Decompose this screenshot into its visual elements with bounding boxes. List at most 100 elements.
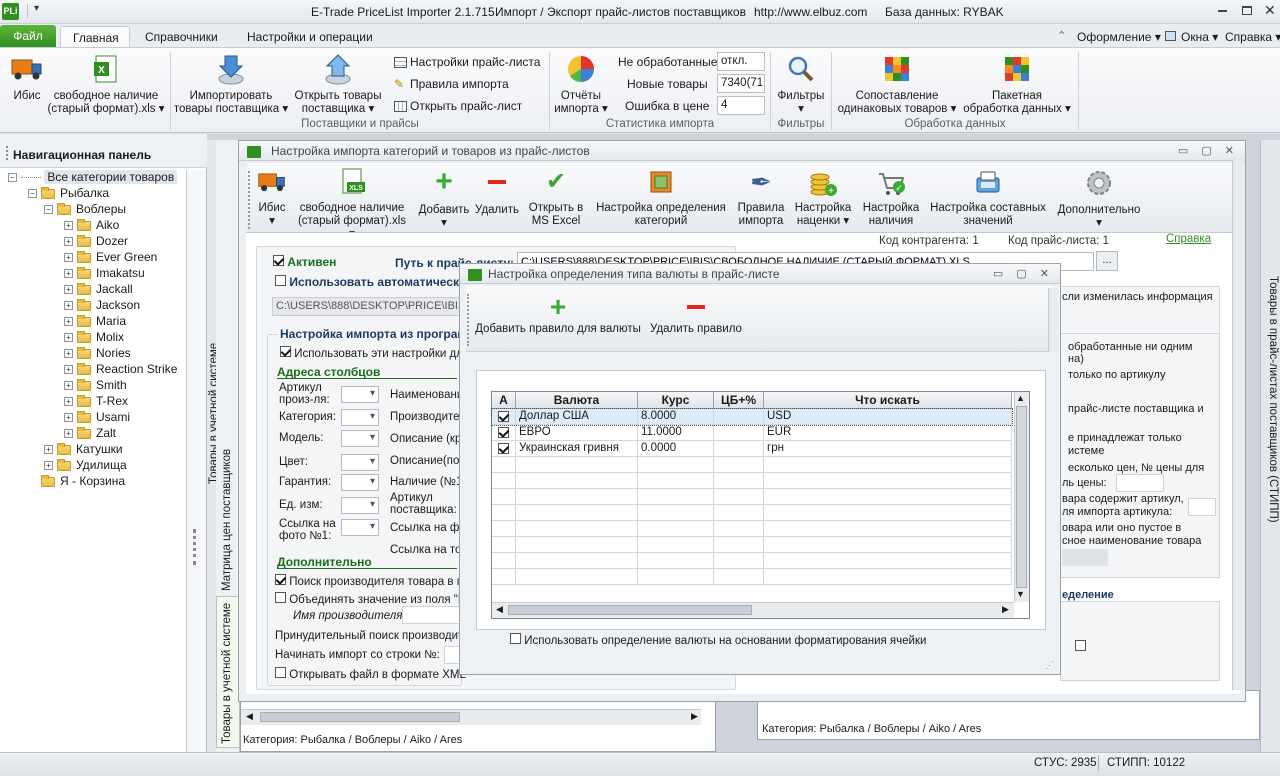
- tree-item[interactable]: + Nories: [64, 346, 131, 362]
- column-combo[interactable]: [341, 497, 379, 514]
- use-auto-checkbox[interactable]: Использовать автоматическ: [275, 275, 459, 289]
- grid-cell[interactable]: EUR: [764, 425, 1012, 441]
- tree-item[interactable]: + Maria: [64, 314, 126, 330]
- tree-item[interactable]: + T-Rex: [64, 394, 128, 410]
- hscroll-thumb[interactable]: [508, 605, 752, 615]
- tree-item[interactable]: + Usami: [64, 410, 130, 426]
- resize-grip[interactable]: ⋰: [1045, 660, 1054, 671]
- tab-references[interactable]: Справочники: [133, 26, 230, 48]
- grid-cell[interactable]: 8.0000: [638, 409, 714, 425]
- vscroll-thumb[interactable]: [1016, 406, 1027, 588]
- help-link[interactable]: Справка: [1166, 233, 1211, 245]
- iw-free-stock-button[interactable]: XLS свободное наличие (старый формат).xl…: [295, 168, 409, 241]
- quick-access-icon[interactable]: [27, 4, 28, 18]
- column-combo[interactable]: [341, 474, 379, 491]
- menu-help[interactable]: Справка ▾: [1225, 30, 1280, 44]
- import-supplier-goods-button[interactable]: Импортировать товары поставщика ▾: [172, 54, 290, 116]
- expand-icon[interactable]: +: [64, 317, 73, 327]
- tree-item[interactable]: + Jackall: [64, 282, 133, 298]
- browse-button[interactable]: ...: [1096, 251, 1118, 271]
- article-import-input[interactable]: [1188, 498, 1216, 516]
- checkbox-icon[interactable]: [1075, 640, 1086, 651]
- scroll-down-arrow[interactable]: ▼: [1016, 589, 1025, 599]
- iw-open-excel-button[interactable]: ✔ Открыть в MS Excel: [526, 168, 586, 228]
- grid-cell[interactable]: 11.0000: [638, 425, 714, 441]
- collapse-icon[interactable]: −: [28, 189, 37, 199]
- price-number-input[interactable]: [1116, 474, 1164, 492]
- grid-column-header[interactable]: Что искать: [764, 392, 1012, 409]
- minimize-icon[interactable]: [1218, 10, 1227, 12]
- tree-item[interactable]: + Zalt: [64, 426, 116, 442]
- ibis-button[interactable]: Ибис: [5, 54, 49, 103]
- quick-access-dropdown-icon[interactable]: ▾: [34, 3, 39, 14]
- grid-cell[interactable]: Украинская гривня: [516, 441, 638, 457]
- pricelist-settings-button[interactable]: Настройки прайс-листа: [394, 55, 540, 69]
- merge-field-checkbox[interactable]: Объединять значение из поля "И: [275, 592, 466, 606]
- use-cell-format-checkbox[interactable]: Использовать определение валюты на основ…: [510, 633, 926, 647]
- grid-cell[interactable]: [714, 425, 764, 441]
- iw-markup-button[interactable]: + Настройка наценки ▾: [792, 168, 854, 228]
- tab-main[interactable]: Главная: [60, 26, 130, 48]
- restore-icon[interactable]: [1242, 6, 1252, 15]
- tree-item[interactable]: + Molix: [64, 330, 124, 346]
- iw-ibis-button[interactable]: Ибис ▾: [253, 168, 291, 228]
- checkbox-icon[interactable]: [275, 592, 286, 603]
- column-combo[interactable]: [341, 454, 379, 471]
- iw-delete-button[interactable]: Удалить: [474, 168, 520, 217]
- tree-item[interactable]: Я - Корзина: [28, 474, 125, 490]
- active-checkbox[interactable]: Активен: [273, 255, 336, 269]
- tree-item[interactable]: − Рыбалка: [28, 186, 109, 202]
- tree-item[interactable]: + Imakatsu: [64, 266, 145, 282]
- grid-column-header[interactable]: ЦБ+%: [714, 392, 764, 409]
- expand-icon[interactable]: +: [64, 285, 73, 295]
- expand-icon[interactable]: +: [64, 429, 73, 439]
- tree-item[interactable]: + Ever Green: [64, 250, 157, 266]
- scroll-right-arrow[interactable]: ▶: [691, 711, 698, 722]
- batch-processing-button[interactable]: Пакетная обработка данных ▾: [960, 54, 1074, 116]
- filters-button[interactable]: Фильтры ▾: [772, 54, 830, 116]
- import-reports-button[interactable]: Отчёты импорта ▾: [551, 54, 611, 116]
- delete-currency-rule-button[interactable]: Удалить правило: [648, 294, 744, 336]
- expand-icon[interactable]: +: [64, 381, 73, 391]
- grid-cell[interactable]: [492, 409, 516, 425]
- maker-name-input[interactable]: [402, 606, 460, 624]
- table-row[interactable]: Доллар США 8.0000 USD: [491, 408, 1013, 426]
- grid-cell[interactable]: USD: [764, 409, 1012, 425]
- expand-icon[interactable]: +: [64, 221, 73, 231]
- open-xml-checkbox[interactable]: Открывать файл в формате XML: [275, 667, 466, 681]
- tree-item[interactable]: − Воблеры: [44, 202, 126, 218]
- side-tab-supplier-goods[interactable]: Товары в прайс-листах поставщиков (СТИПП…: [1267, 276, 1279, 523]
- iw-import-rules-button[interactable]: ✒ Правила импорта: [734, 168, 788, 228]
- search-maker-checkbox[interactable]: Поиск производителя товара в п: [275, 574, 463, 588]
- menu-windows[interactable]: Окна ▾: [1181, 30, 1218, 44]
- tree-item[interactable]: + Удилища: [44, 458, 127, 474]
- checkbox-icon[interactable]: [510, 633, 521, 644]
- dialog-toolbar-scroll[interactable]: [1048, 288, 1058, 352]
- use-these-settings-checkbox[interactable]: Использовать эти настройки дл: [280, 346, 463, 360]
- open-supplier-goods-button[interactable]: Открыть товары поставщика ▾: [290, 54, 386, 116]
- tab-file[interactable]: Файл: [0, 25, 56, 47]
- grid-cell[interactable]: [714, 409, 764, 425]
- splitter-grip[interactable]: [193, 529, 196, 565]
- iw-availability-button[interactable]: ✓ Настройка наличия: [860, 168, 922, 228]
- grid-cell[interactable]: 0.0000: [638, 441, 714, 457]
- column-combo[interactable]: [341, 430, 379, 447]
- expand-icon[interactable]: +: [64, 413, 73, 423]
- collapse-icon[interactable]: −: [44, 205, 53, 215]
- tree-item[interactable]: + Reaction Strike: [64, 362, 177, 378]
- checkbox-icon[interactable]: [275, 667, 286, 678]
- import-window-controls[interactable]: ▭ ▢ ✕: [1178, 144, 1239, 157]
- tree-item[interactable]: + Aiko: [64, 218, 119, 234]
- row-checkbox[interactable]: [498, 411, 509, 422]
- grid-cell[interactable]: [714, 441, 764, 457]
- tree-root[interactable]: − Все категории товаров: [8, 170, 178, 186]
- grid-column-header[interactable]: Курс: [638, 392, 714, 409]
- expand-icon[interactable]: +: [64, 365, 73, 375]
- import-rules-button[interactable]: ✎ Правила импорта: [394, 77, 509, 91]
- expand-icon[interactable]: +: [64, 253, 73, 263]
- iw-add-button[interactable]: + Добавить ▾: [416, 167, 472, 230]
- free-stock-xls-button[interactable]: X свободное наличие (старый формат).xls …: [47, 54, 165, 116]
- collapse-icon[interactable]: −: [8, 173, 17, 183]
- scroll-up-arrow[interactable]: ▲: [1016, 393, 1025, 403]
- tree-item[interactable]: + Dozer: [64, 234, 128, 250]
